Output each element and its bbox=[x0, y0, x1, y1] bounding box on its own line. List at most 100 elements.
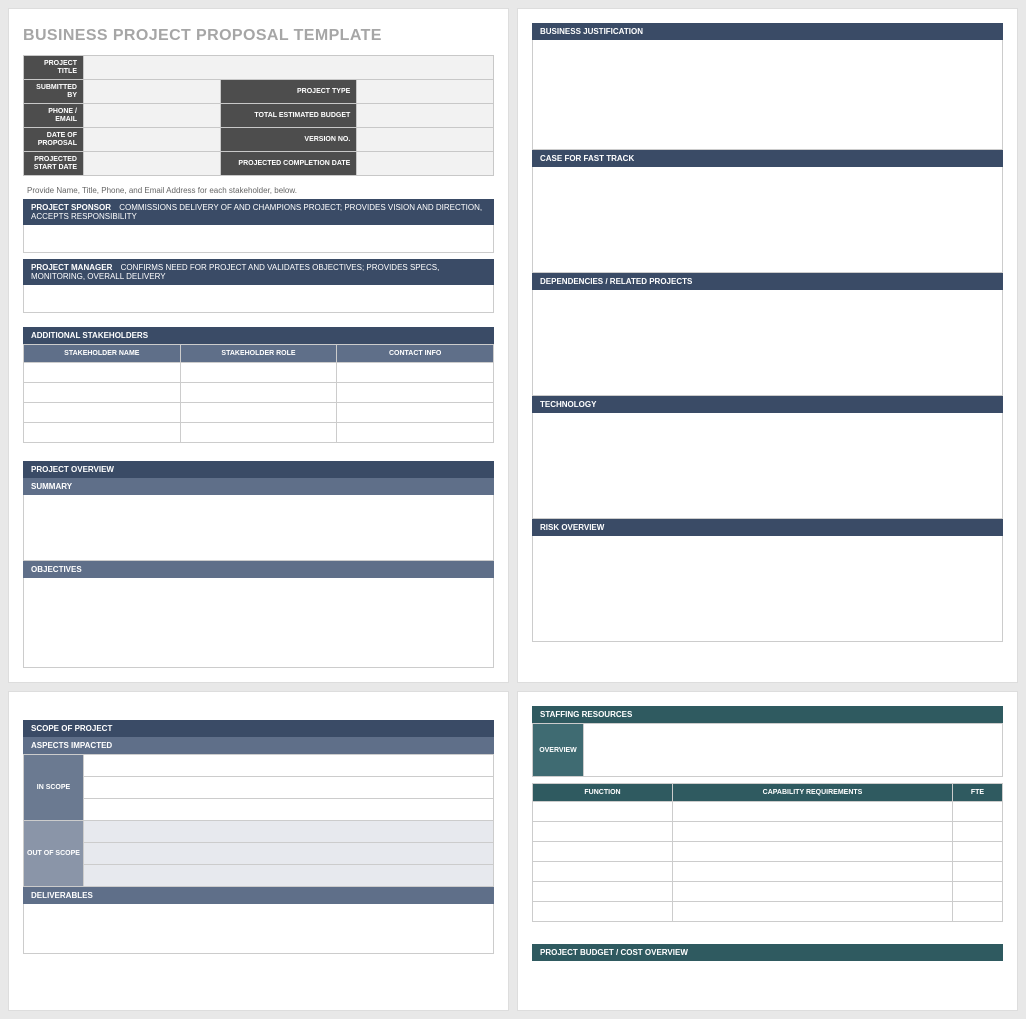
out-of-scope-row[interactable] bbox=[84, 865, 494, 887]
page-1: BUSINESS PROJECT PROPOSAL TEMPLATE PROJE… bbox=[8, 8, 509, 683]
table-cell[interactable] bbox=[953, 842, 1003, 862]
staffing-overview-box[interactable] bbox=[584, 723, 1003, 777]
label-projected-completion: PROJECTED COMPLETION DATE bbox=[220, 152, 357, 176]
in-scope-row[interactable] bbox=[84, 799, 494, 821]
table-cell[interactable] bbox=[953, 822, 1003, 842]
dependencies-box[interactable] bbox=[532, 290, 1003, 396]
input-project-type[interactable] bbox=[357, 80, 494, 104]
input-submitted-by[interactable] bbox=[84, 80, 221, 104]
col-function: FUNCTION bbox=[533, 784, 673, 802]
col-capability: CAPABILITY REQUIREMENTS bbox=[673, 784, 953, 802]
input-version-no[interactable] bbox=[357, 128, 494, 152]
out-of-scope-row[interactable] bbox=[84, 821, 494, 843]
table-cell[interactable] bbox=[953, 882, 1003, 902]
col-contact-info: CONTACT INFO bbox=[337, 345, 494, 363]
input-total-budget[interactable] bbox=[357, 104, 494, 128]
staffing-table: FUNCTION CAPABILITY REQUIREMENTS FTE bbox=[532, 783, 1003, 922]
table-cell[interactable] bbox=[337, 363, 494, 383]
label-version-no: VERSION NO. bbox=[220, 128, 357, 152]
case-fast-track-heading: CASE FOR FAST TRACK bbox=[532, 150, 1003, 167]
staffing-heading: STAFFING RESOURCES bbox=[532, 706, 1003, 723]
stakeholders-table: STAKEHOLDER NAME STAKEHOLDER ROLE CONTAC… bbox=[23, 344, 494, 443]
project-manager-input[interactable] bbox=[23, 285, 494, 313]
project-manager-label: PROJECT MANAGER bbox=[31, 263, 112, 272]
project-sponsor-bar: PROJECT SPONSOR Commissions delivery of … bbox=[23, 199, 494, 225]
summary-heading: SUMMARY bbox=[23, 478, 494, 495]
col-fte: FTE bbox=[953, 784, 1003, 802]
deliverables-heading: DELIVERABLES bbox=[23, 887, 494, 904]
technology-heading: TECHNOLOGY bbox=[532, 396, 1003, 413]
table-cell[interactable] bbox=[24, 363, 181, 383]
table-cell[interactable] bbox=[673, 802, 953, 822]
table-cell[interactable] bbox=[180, 403, 337, 423]
table-cell[interactable] bbox=[337, 383, 494, 403]
summary-box[interactable] bbox=[23, 495, 494, 561]
document-title: BUSINESS PROJECT PROPOSAL TEMPLATE bbox=[23, 27, 494, 45]
table-cell[interactable] bbox=[533, 902, 673, 922]
objectives-box[interactable] bbox=[23, 578, 494, 668]
input-date-of-proposal[interactable] bbox=[84, 128, 221, 152]
scope-heading: SCOPE OF PROJECT bbox=[23, 720, 494, 737]
staffing-overview-row: OVERVIEW bbox=[532, 723, 1003, 777]
case-fast-track-box[interactable] bbox=[532, 167, 1003, 273]
label-project-type: PROJECT TYPE bbox=[220, 80, 357, 104]
in-scope-label: IN SCOPE bbox=[24, 755, 84, 821]
label-project-title: PROJECT TITLE bbox=[24, 56, 84, 80]
scope-table: IN SCOPE OUT OF SCOPE bbox=[23, 754, 494, 887]
label-submitted-by: SUBMITTED BY bbox=[24, 80, 84, 104]
table-cell[interactable] bbox=[180, 363, 337, 383]
page-3: SCOPE OF PROJECT ASPECTS IMPACTED IN SCO… bbox=[8, 691, 509, 1011]
in-scope-row[interactable] bbox=[84, 777, 494, 799]
staffing-overview-label: OVERVIEW bbox=[532, 723, 584, 777]
deliverables-box[interactable] bbox=[23, 904, 494, 954]
risk-overview-box[interactable] bbox=[532, 536, 1003, 642]
table-cell[interactable] bbox=[24, 423, 181, 443]
objectives-heading: OBJECTIVES bbox=[23, 561, 494, 578]
table-cell[interactable] bbox=[337, 403, 494, 423]
label-phone-email: PHONE / EMAIL bbox=[24, 104, 84, 128]
input-project-title[interactable] bbox=[84, 56, 494, 80]
table-cell[interactable] bbox=[673, 862, 953, 882]
table-cell[interactable] bbox=[180, 423, 337, 443]
dependencies-heading: DEPENDENCIES / RELATED PROJECTS bbox=[532, 273, 1003, 290]
project-overview-heading: PROJECT OVERVIEW bbox=[23, 461, 494, 478]
project-sponsor-input[interactable] bbox=[23, 225, 494, 253]
out-of-scope-label: OUT OF SCOPE bbox=[24, 821, 84, 887]
table-cell[interactable] bbox=[533, 862, 673, 882]
page-4: STAFFING RESOURCES OVERVIEW FUNCTION CAP… bbox=[517, 691, 1018, 1011]
table-cell[interactable] bbox=[673, 902, 953, 922]
label-projected-start: PROJECTED START DATE bbox=[24, 152, 84, 176]
page-2: BUSINESS JUSTIFICATION CASE FOR FAST TRA… bbox=[517, 8, 1018, 683]
table-cell[interactable] bbox=[337, 423, 494, 443]
table-cell[interactable] bbox=[953, 902, 1003, 922]
input-projected-completion[interactable] bbox=[357, 152, 494, 176]
table-cell[interactable] bbox=[533, 882, 673, 902]
in-scope-row[interactable] bbox=[84, 755, 494, 777]
input-projected-start[interactable] bbox=[84, 152, 221, 176]
table-cell[interactable] bbox=[533, 802, 673, 822]
technology-box[interactable] bbox=[532, 413, 1003, 519]
col-stakeholder-role: STAKEHOLDER ROLE bbox=[180, 345, 337, 363]
aspects-impacted-heading: ASPECTS IMPACTED bbox=[23, 737, 494, 754]
table-cell[interactable] bbox=[953, 862, 1003, 882]
table-cell[interactable] bbox=[533, 842, 673, 862]
table-cell[interactable] bbox=[673, 842, 953, 862]
project-budget-heading: PROJECT BUDGET / COST OVERVIEW bbox=[532, 944, 1003, 961]
project-manager-bar: PROJECT MANAGER Confirms need for projec… bbox=[23, 259, 494, 285]
table-cell[interactable] bbox=[24, 383, 181, 403]
table-cell[interactable] bbox=[180, 383, 337, 403]
additional-stakeholders-heading: ADDITIONAL STAKEHOLDERS bbox=[23, 327, 494, 344]
business-justification-box[interactable] bbox=[532, 40, 1003, 150]
table-cell[interactable] bbox=[673, 882, 953, 902]
out-of-scope-row[interactable] bbox=[84, 843, 494, 865]
table-cell[interactable] bbox=[533, 822, 673, 842]
risk-overview-heading: RISK OVERVIEW bbox=[532, 519, 1003, 536]
business-justification-heading: BUSINESS JUSTIFICATION bbox=[532, 23, 1003, 40]
label-total-budget: TOTAL ESTIMATED BUDGET bbox=[220, 104, 357, 128]
project-meta-table: PROJECT TITLE SUBMITTED BY PROJECT TYPE … bbox=[23, 55, 494, 176]
input-phone-email[interactable] bbox=[84, 104, 221, 128]
table-cell[interactable] bbox=[24, 403, 181, 423]
table-cell[interactable] bbox=[673, 822, 953, 842]
table-cell[interactable] bbox=[953, 802, 1003, 822]
label-date-of-proposal: DATE OF PROPOSAL bbox=[24, 128, 84, 152]
